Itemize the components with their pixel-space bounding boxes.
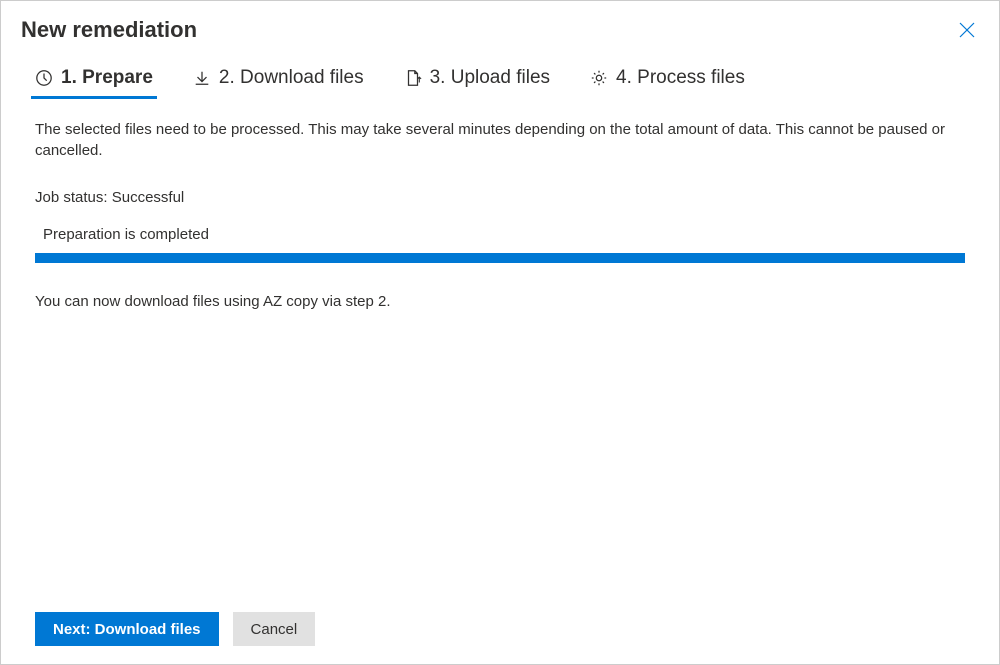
description-text: The selected files need to be processed.… bbox=[35, 119, 965, 161]
tab-label: 3. Upload files bbox=[430, 67, 550, 89]
tab-process[interactable]: 4. Process files bbox=[590, 67, 745, 99]
job-status-value: Successful bbox=[112, 189, 185, 206]
job-status: Job status: Successful bbox=[35, 189, 965, 206]
progress-label: Preparation is completed bbox=[35, 226, 965, 243]
page-title: New remediation bbox=[21, 17, 197, 43]
tab-label: 1. Prepare bbox=[61, 67, 153, 89]
gear-icon bbox=[590, 69, 608, 87]
close-icon bbox=[959, 22, 975, 38]
panel-footer: Next: Download files Cancel bbox=[1, 612, 999, 664]
tab-label: 4. Process files bbox=[616, 67, 745, 89]
tab-content: The selected files need to be processed.… bbox=[1, 99, 999, 612]
clock-icon bbox=[35, 69, 53, 87]
close-button[interactable] bbox=[955, 18, 979, 42]
tab-prepare[interactable]: 1. Prepare bbox=[35, 67, 153, 99]
job-status-label: Job status: bbox=[35, 189, 108, 206]
progress-bar bbox=[35, 253, 965, 263]
progress-section: Preparation is completed bbox=[35, 226, 965, 263]
remediation-panel: New remediation 1. Prepare 2. Download f… bbox=[0, 0, 1000, 665]
tab-download[interactable]: 2. Download files bbox=[193, 67, 364, 99]
wizard-tabs: 1. Prepare 2. Download files 3. Upload f… bbox=[1, 53, 999, 99]
download-icon bbox=[193, 69, 211, 87]
panel-header: New remediation bbox=[1, 1, 999, 53]
next-button[interactable]: Next: Download files bbox=[35, 612, 219, 646]
hint-text: You can now download files using AZ copy… bbox=[35, 293, 965, 310]
tab-label: 2. Download files bbox=[219, 67, 364, 89]
upload-doc-icon bbox=[404, 69, 422, 87]
cancel-button[interactable]: Cancel bbox=[233, 612, 316, 646]
tab-upload[interactable]: 3. Upload files bbox=[404, 67, 550, 99]
